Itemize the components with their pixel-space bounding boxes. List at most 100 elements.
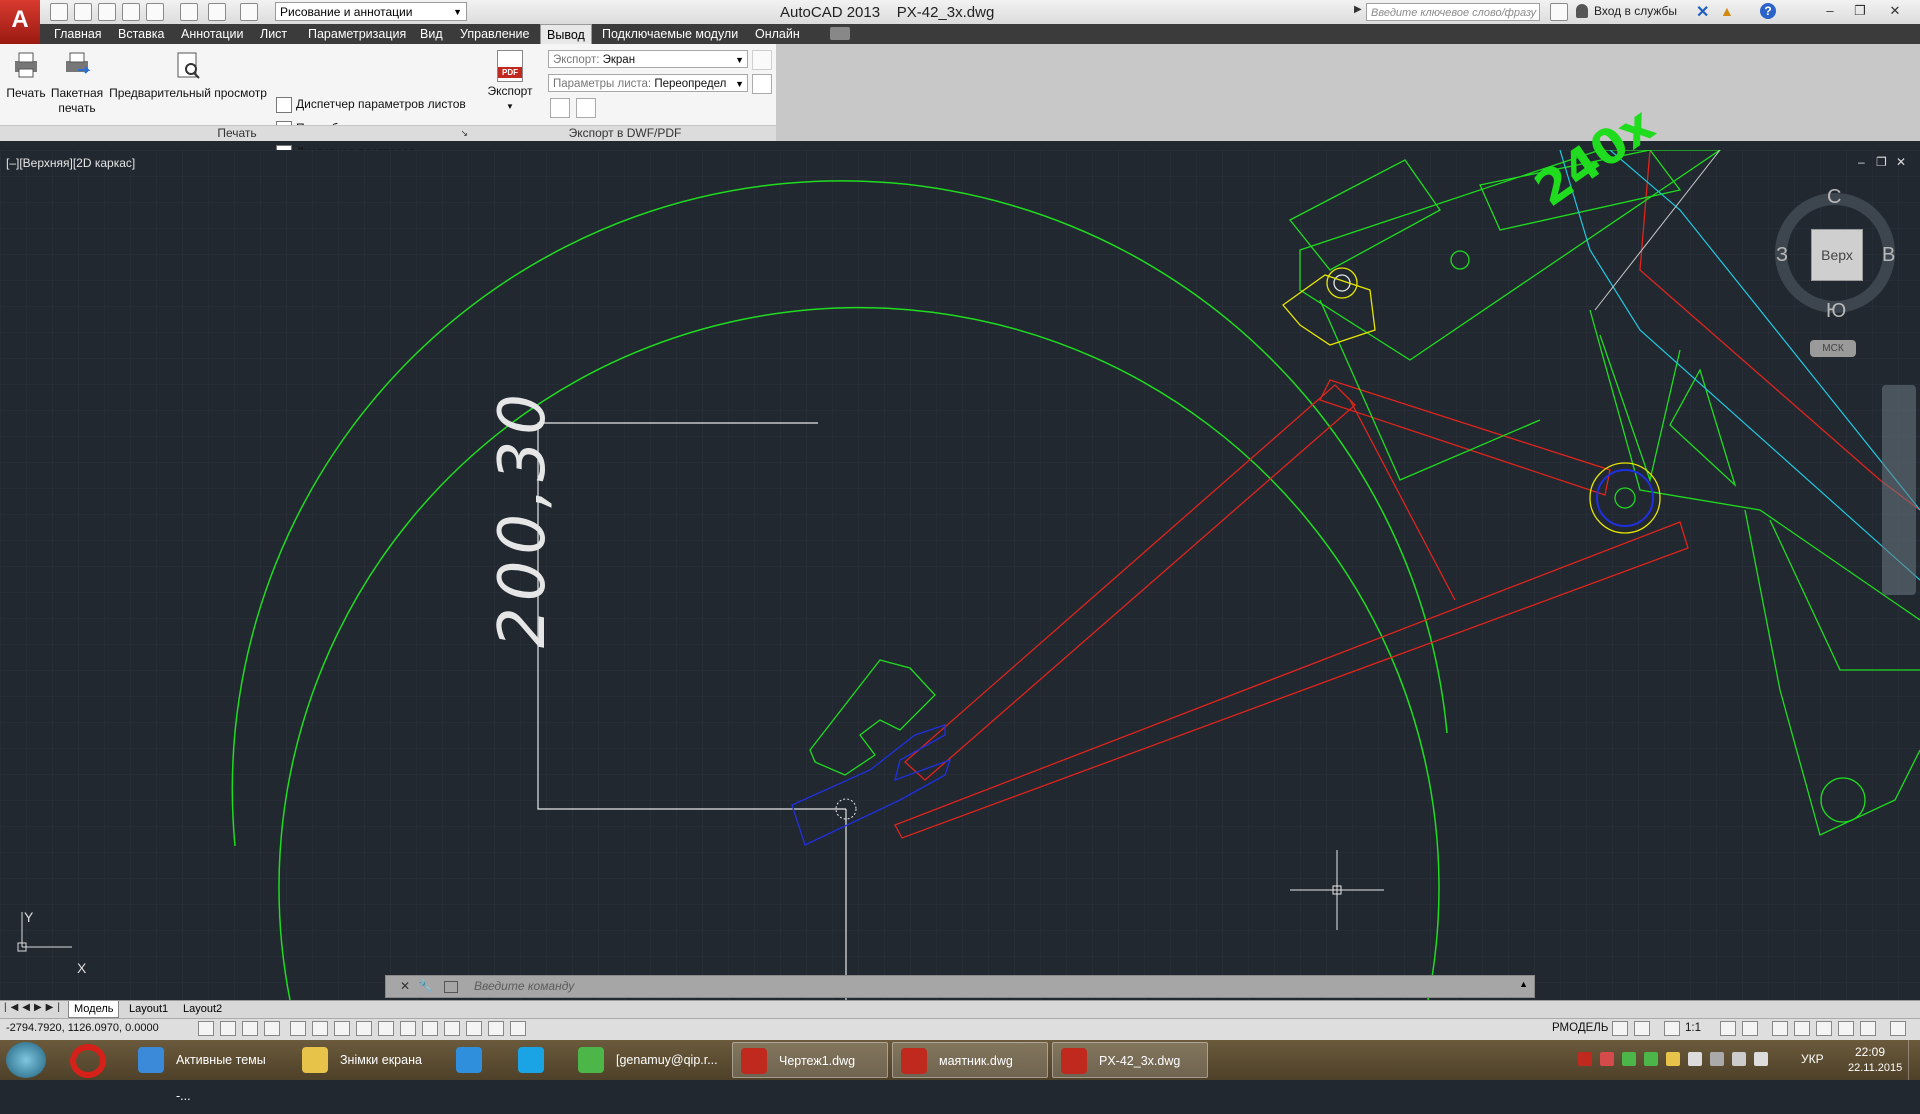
export-options-icon[interactable] [752, 50, 772, 70]
ortho-icon[interactable] [264, 1021, 280, 1036]
viewport-controls-label[interactable]: [–][Верхняя][2D каркас] [6, 156, 135, 170]
taskbar-item[interactable]: маятник.dwg [892, 1042, 1048, 1078]
new-file-icon[interactable] [50, 3, 68, 21]
page-setup-manager-button[interactable]: Диспетчер параметров листов [276, 94, 466, 114]
quick-properties-icon[interactable] [466, 1021, 482, 1036]
tab-addins[interactable]: Подключаемые модули [596, 24, 744, 44]
close-icon[interactable]: ✕ [1880, 0, 1910, 22]
tray-drive-icon[interactable] [1666, 1052, 1680, 1066]
panel-expand-icon[interactable]: ↘ [460, 126, 468, 141]
export-dropdown[interactable]: Экспорт: Экран ▼ [548, 50, 748, 68]
ribbon-toggle-icon[interactable] [830, 27, 850, 40]
binoculars-icon[interactable] [1550, 3, 1568, 21]
clean-screen-icon[interactable] [1890, 1021, 1906, 1036]
taskbar-item[interactable]: [genamuy@qip.r... [570, 1042, 720, 1078]
command-input[interactable]: Введите команду [474, 979, 574, 993]
tray-flag-icon[interactable] [1688, 1052, 1702, 1066]
minimize-icon[interactable]: – [1815, 0, 1845, 22]
compass-east[interactable]: В [1882, 244, 1895, 267]
export-button[interactable]: PDF Экспорт ▼ [482, 50, 538, 114]
coordinates-readout[interactable]: -2794.7920, 1126.0970, 0.0000 [6, 1022, 159, 1034]
taskbar-item[interactable]: Активные темы -... [130, 1042, 280, 1103]
auto-scale-icon[interactable] [1742, 1021, 1758, 1036]
start-button-icon[interactable] [6, 1042, 46, 1078]
polar-icon[interactable] [290, 1021, 306, 1036]
help-icon[interactable]: ? [1760, 3, 1776, 19]
tray-update-icon[interactable] [1644, 1052, 1658, 1066]
publish-icon[interactable] [146, 3, 164, 21]
tab-layout[interactable]: Лист [254, 24, 293, 44]
save-as-icon[interactable] [122, 3, 140, 21]
annotation-scale-icon[interactable] [1664, 1021, 1680, 1036]
drawing-canvas[interactable] [0, 150, 1920, 1000]
ucs-menu-button[interactable]: МСК [1810, 340, 1856, 357]
dyn-icon[interactable] [400, 1021, 416, 1036]
drawing-area[interactable] [0, 150, 1920, 1000]
tab-view[interactable]: Вид [414, 24, 449, 44]
infer-constraints-icon[interactable] [198, 1021, 214, 1036]
compass-south[interactable]: Ю [1826, 300, 1846, 323]
cmd-close-icon[interactable]: ✕ [400, 979, 410, 993]
lineweight-icon[interactable] [422, 1021, 438, 1036]
open-file-icon[interactable] [74, 3, 92, 21]
taskbar-item[interactable]: PX-42_3x.dwg [1052, 1042, 1208, 1078]
compass-west[interactable]: З [1776, 244, 1788, 267]
autodesk360-icon[interactable]: ▲ [1720, 3, 1734, 19]
print-icon[interactable] [180, 3, 198, 21]
tab-model[interactable]: Модель [68, 1001, 120, 1018]
clock-date[interactable]: 22.11.2015 [1848, 1062, 1902, 1074]
preview-button[interactable]: Предварительный просмотр [108, 50, 268, 101]
osnap-icon[interactable] [312, 1021, 328, 1036]
taskbar-item[interactable]: Знімки екрана [294, 1042, 444, 1078]
tray-app-icon[interactable] [1600, 1052, 1614, 1066]
ducs-icon[interactable] [378, 1021, 394, 1036]
show-desktop-button[interactable] [1908, 1040, 1920, 1080]
tray-volume-icon[interactable] [1754, 1052, 1768, 1066]
clock-time[interactable]: 22:09 [1855, 1045, 1885, 1059]
viewcube-top-face[interactable]: Верх [1811, 229, 1863, 281]
quick-view-layouts-icon[interactable] [1612, 1021, 1628, 1036]
taskbar-item[interactable] [448, 1042, 498, 1078]
tray-monitor-icon[interactable] [1732, 1052, 1746, 1066]
cmd-history-up-icon[interactable]: ▲ [1519, 979, 1528, 989]
restore-icon[interactable]: ❐ [1845, 0, 1875, 22]
layout-nav-arrows-icon[interactable]: |◀◀▶▶| [4, 1002, 64, 1013]
grid-icon[interactable] [242, 1021, 258, 1036]
quick-view-drawings-icon[interactable] [1634, 1021, 1650, 1036]
annotation-monitor-icon[interactable] [510, 1021, 526, 1036]
tray-network-icon[interactable] [1710, 1052, 1724, 1066]
batch-print-button[interactable]: Пакетная печать [48, 50, 106, 116]
tab-parametric[interactable]: Параметризация [302, 24, 412, 44]
navigation-bar[interactable] [1882, 385, 1916, 595]
compass-north[interactable]: С [1827, 186, 1841, 209]
snap-icon[interactable] [220, 1021, 236, 1036]
search-input[interactable]: Введите ключевое слово/фразу [1366, 3, 1540, 21]
workspace-dropdown[interactable]: Рисование и аннотации ▼ [275, 2, 467, 21]
language-indicator[interactable]: УКР [1801, 1052, 1824, 1066]
export-settings-icon[interactable] [576, 98, 596, 118]
annotation-scale[interactable]: 1:1 [1685, 1022, 1701, 1034]
tray-qip-icon[interactable] [1622, 1052, 1636, 1066]
isolate-objects-icon[interactable] [1838, 1021, 1854, 1036]
opera-icon[interactable] [70, 1044, 106, 1078]
signin-link[interactable]: Вход в службы [1594, 4, 1677, 18]
tab-layout1[interactable]: Layout1 [124, 1001, 173, 1017]
expand-arrow-icon[interactable]: ▶ [1354, 4, 1362, 15]
viewport-minimize-icon[interactable]: – [1858, 155, 1865, 169]
redo-icon[interactable] [240, 3, 258, 21]
tab-layout2[interactable]: Layout2 [178, 1001, 227, 1017]
lock-ui-icon[interactable] [1794, 1021, 1810, 1036]
tab-insert[interactable]: Вставка [112, 24, 170, 44]
3dosnap-icon[interactable] [334, 1021, 350, 1036]
otrack-icon[interactable] [356, 1021, 372, 1036]
transparency-icon[interactable] [444, 1021, 460, 1036]
preview-export-icon[interactable] [550, 98, 570, 118]
page-setup-dropdown[interactable]: Параметры листа: Переопредел ▼ [548, 74, 748, 92]
tab-manage[interactable]: Управление [454, 24, 536, 44]
exchange-icon[interactable]: ✕ [1696, 2, 1709, 22]
tab-online[interactable]: Онлайн [749, 24, 806, 44]
viewport-restore-icon[interactable]: ❐ [1876, 155, 1887, 169]
taskbar-item[interactable]: Чертеж1.dwg [732, 1042, 888, 1078]
selection-cycling-icon[interactable] [488, 1021, 504, 1036]
model-space-toggle[interactable]: РМОДЕЛЬ [1552, 1022, 1608, 1034]
